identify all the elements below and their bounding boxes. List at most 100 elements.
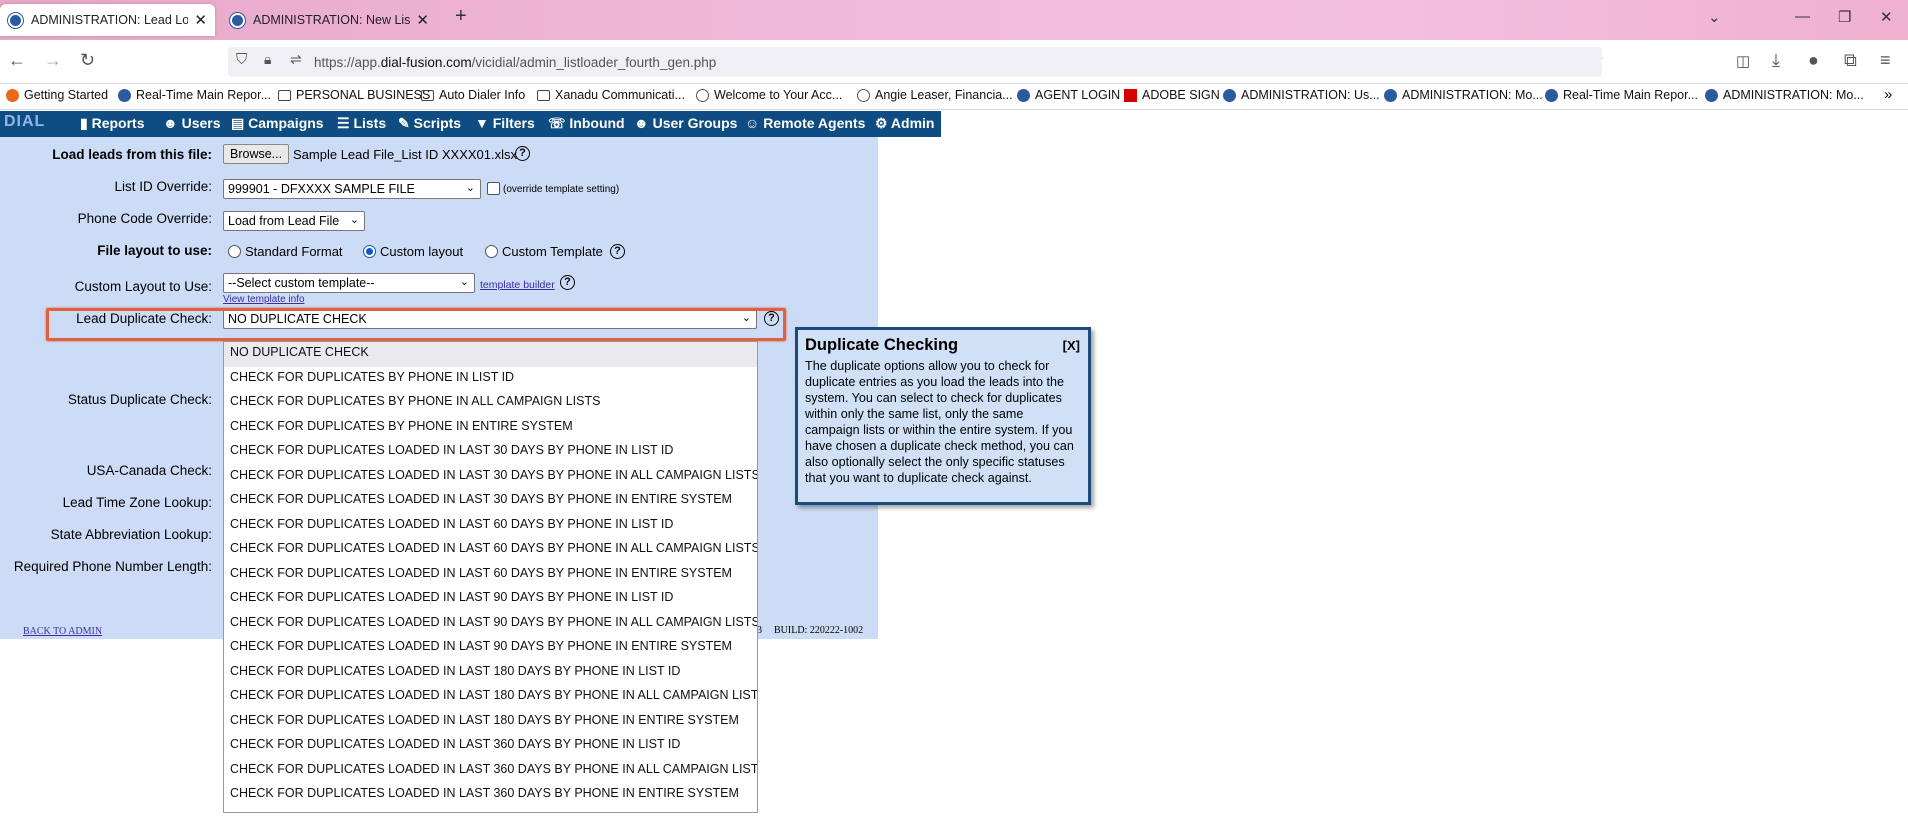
bookmark-admin-mo-1[interactable]: ADMINISTRATION: Mo... bbox=[1384, 88, 1543, 102]
view-template-info-link[interactable]: View template info bbox=[223, 294, 305, 305]
dropdown-option[interactable]: CHECK FOR DUPLICATES LOADED IN LAST 30 D… bbox=[230, 489, 732, 514]
dropdown-option[interactable]: CHECK FOR DUPLICATES LOADED IN LAST 60 D… bbox=[230, 538, 757, 563]
bookmark-agent-login[interactable]: AGENT LOGIN bbox=[1017, 88, 1120, 102]
globe-icon bbox=[857, 88, 870, 102]
menu-user-groups[interactable]: ☻ User Groups bbox=[634, 115, 737, 131]
custom-layout-to-use-label: Custom Layout to Use: bbox=[74, 279, 212, 294]
menu-campaigns[interactable]: ▤ Campaigns bbox=[231, 115, 324, 132]
standard-format-label: Standard Format bbox=[245, 244, 343, 259]
phone-code-override-label: Phone Code Override: bbox=[77, 211, 212, 226]
dropdown-option[interactable]: CHECK FOR DUPLICATES LOADED IN LAST 180 … bbox=[230, 685, 757, 710]
account-icon[interactable]: ● bbox=[1808, 50, 1819, 71]
radio-standard-format[interactable] bbox=[228, 245, 241, 258]
bookmark-folder-auto-dialer[interactable]: Auto Dialer Info bbox=[421, 88, 525, 102]
lock-icon[interactable]: 🔒︎ bbox=[264, 51, 271, 68]
url-path: /vicidial/admin_listloader_fourth_gen.ph… bbox=[471, 55, 717, 70]
globe-icon bbox=[696, 88, 709, 102]
dropdown-option[interactable]: CHECK FOR DUPLICATES BY PHONE IN ENTIRE … bbox=[230, 416, 573, 441]
window-close-icon[interactable]: ✕ bbox=[1880, 8, 1893, 26]
menu-scripts[interactable]: ✎ Scripts bbox=[398, 115, 461, 132]
dropdown-option[interactable]: CHECK FOR DUPLICATES LOADED IN LAST 60 D… bbox=[230, 563, 732, 588]
bookmark-angie-leaser[interactable]: Angie Leaser, Financia... bbox=[857, 88, 1013, 102]
override-template-checkbox[interactable] bbox=[487, 182, 500, 195]
minimize-icon[interactable]: — bbox=[1795, 8, 1810, 25]
dropdown-option[interactable]: CHECK FOR DUPLICATES LOADED IN LAST 30 D… bbox=[230, 465, 757, 490]
browse-button[interactable]: Browse... bbox=[223, 144, 290, 164]
help-icon[interactable]: ? bbox=[610, 244, 625, 259]
back-to-admin-link[interactable]: BACK TO ADMIN bbox=[23, 626, 102, 637]
custom-layout-label: Custom layout bbox=[380, 244, 464, 259]
bookmark-label: Real-Time Main Repor... bbox=[136, 88, 271, 102]
dropdown-option[interactable]: CHECK FOR DUPLICATES LOADED IN LAST 360 … bbox=[230, 734, 680, 759]
template-builder-link[interactable]: template builder bbox=[480, 279, 555, 291]
bookmarks-overflow-icon[interactable]: » bbox=[1884, 86, 1892, 103]
close-icon[interactable]: ✕ bbox=[416, 11, 429, 29]
radio-custom-template[interactable] bbox=[485, 245, 498, 258]
bookmark-folder-xanadu[interactable]: Xanadu Communicati... bbox=[537, 88, 685, 102]
help-icon[interactable]: ? bbox=[515, 146, 530, 161]
dropdown-option[interactable]: CHECK FOR DUPLICATES LOADED IN LAST 30 D… bbox=[230, 440, 673, 465]
dropdown-option[interactable]: NO DUPLICATE CHECK bbox=[224, 342, 757, 367]
bookmark-admin-users[interactable]: ADMINISTRATION: Us... bbox=[1223, 88, 1380, 102]
custom-layout-select[interactable]: --Select custom template-- ⌄ bbox=[223, 273, 475, 293]
popup-close-button[interactable]: [X] bbox=[1063, 338, 1080, 353]
duplicate-check-dropdown[interactable]: NO DUPLICATE CHECK CHECK FOR DUPLICATES … bbox=[223, 341, 758, 813]
folder-icon bbox=[537, 89, 550, 101]
restore-icon[interactable]: ❐ bbox=[1838, 8, 1851, 26]
forward-arrow-icon[interactable]: → bbox=[44, 50, 62, 71]
load-leads-label: Load leads from this file: bbox=[52, 147, 212, 162]
phone-code-select[interactable]: Load from Lead File ⌄ bbox=[223, 211, 365, 231]
dial-logo[interactable]: DIAL bbox=[0, 111, 72, 137]
vicidial-icon bbox=[118, 88, 131, 102]
file-name-text: Sample Lead File_List ID XXXX01.xlsx bbox=[293, 147, 517, 162]
dropdown-option[interactable]: CHECK FOR DUPLICATES BY PHONE IN ALL CAM… bbox=[230, 391, 600, 416]
dropdown-option[interactable]: CHECK FOR DUPLICATES LOADED IN LAST 360 … bbox=[230, 783, 739, 808]
menu-lists[interactable]: ☰ Lists bbox=[337, 115, 386, 132]
dropdown-option[interactable]: CHECK FOR DUPLICATES LOADED IN LAST 180 … bbox=[230, 661, 680, 686]
dropdown-option[interactable]: CHECK FOR DUPLICATES LOADED IN LAST 90 D… bbox=[230, 636, 732, 661]
bookmark-real-time-main-2[interactable]: Real-Time Main Repor... bbox=[1545, 88, 1698, 102]
bookmark-welcome[interactable]: Welcome to Your Acc... bbox=[696, 88, 842, 102]
list-id-select[interactable]: 999901 - DFXXXX SAMPLE FILE ⌄ bbox=[223, 179, 481, 199]
radio-custom-layout[interactable] bbox=[363, 245, 376, 258]
menu-inbound[interactable]: ☏ Inbound bbox=[548, 115, 625, 132]
dropdown-option[interactable]: CHECK FOR DUPLICATES LOADED IN LAST 360 … bbox=[230, 759, 757, 784]
menu-icon[interactable]: ≡ bbox=[1880, 50, 1891, 71]
new-tab-button[interactable]: + bbox=[455, 5, 467, 28]
bookmark-admin-mo-2[interactable]: ADMINISTRATION: Mo... bbox=[1705, 88, 1864, 102]
pocket-icon[interactable]: ◫ bbox=[1736, 52, 1750, 70]
popup-title: Duplicate Checking bbox=[805, 336, 959, 354]
menu-admin[interactable]: ⚙ Admin bbox=[875, 115, 934, 132]
tab-list-chevron-icon[interactable]: ⌄ bbox=[1708, 8, 1721, 26]
bookmark-real-time-main[interactable]: Real-Time Main Repor... bbox=[118, 88, 271, 102]
menu-users[interactable]: ☻ Users bbox=[163, 115, 221, 131]
menu-filters[interactable]: ▼ Filters bbox=[475, 115, 535, 131]
url-text[interactable]: https://app.dial-fusion.com/vicidial/adm… bbox=[314, 55, 716, 70]
tab-new-list-add[interactable]: ADMINISTRATION: New List Add ✕ bbox=[222, 4, 437, 36]
dropdown-option[interactable]: CHECK FOR DUPLICATES BY PHONE IN LIST ID bbox=[230, 367, 514, 392]
dropdown-option[interactable]: CHECK FOR DUPLICATES LOADED IN LAST 90 D… bbox=[230, 587, 673, 612]
dropdown-option[interactable]: CHECK FOR DUPLICATES LOADED IN LAST 90 D… bbox=[230, 612, 757, 637]
tab-lead-loader[interactable]: ADMINISTRATION: Lead Loader ✕ bbox=[0, 4, 215, 36]
duplicate-check-highlight bbox=[46, 308, 786, 341]
bookmark-label: AGENT LOGIN bbox=[1035, 88, 1121, 102]
back-arrow-icon[interactable]: ← bbox=[8, 50, 26, 71]
downloads-icon[interactable]: ⤓ bbox=[1772, 50, 1780, 71]
dropdown-option[interactable]: CHECK FOR DUPLICATES LOADED IN LAST 60 D… bbox=[230, 514, 673, 539]
menu-remote-agents[interactable]: ☺ Remote Agents bbox=[745, 115, 865, 131]
permissions-icon[interactable]: ⇌ bbox=[290, 51, 302, 68]
reload-icon[interactable]: ↻ bbox=[80, 50, 95, 71]
shield-icon[interactable]: ⛉ bbox=[236, 51, 247, 68]
close-icon[interactable]: ✕ bbox=[194, 11, 207, 29]
bookmark-adobe-sign[interactable]: ADOBE SIGN bbox=[1124, 88, 1220, 102]
bookmark-getting-started[interactable]: Getting Started bbox=[6, 88, 108, 102]
bookmark-folder-personal-business[interactable]: PERSONAL BUSINESS bbox=[278, 88, 430, 102]
menu-label: Remote Agents bbox=[763, 115, 866, 131]
dropdown-option[interactable]: CHECK FOR DUPLICATES LOADED IN LAST 180 … bbox=[230, 710, 739, 735]
help-icon[interactable]: ? bbox=[560, 275, 575, 290]
bookmark-label: Getting Started bbox=[24, 88, 109, 102]
bookmark-label: Angie Leaser, Financia... bbox=[875, 88, 1013, 102]
file-layout-label: File layout to use: bbox=[97, 243, 212, 258]
menu-reports[interactable]: ▮ Reports bbox=[80, 115, 145, 132]
extensions-icon[interactable]: ⧉ bbox=[1844, 50, 1857, 71]
